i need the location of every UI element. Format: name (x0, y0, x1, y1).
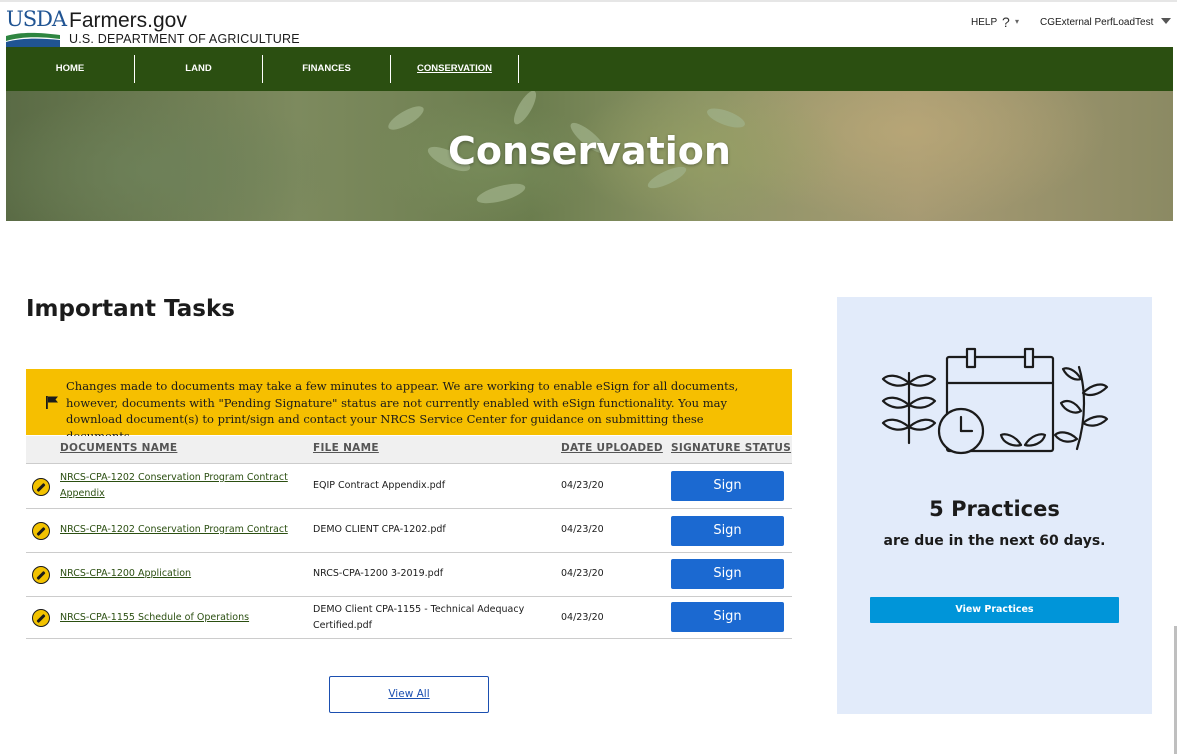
main-nav: HOME LAND FINANCES CONSERVATION (6, 47, 1173, 91)
col-file-name[interactable]: FILE NAME (313, 442, 379, 454)
usda-logo-text: USDA (6, 7, 67, 31)
table-row: NRCS-CPA-1202 Conservation Program Contr… (26, 510, 792, 553)
pending-signature-icon (32, 566, 50, 584)
usda-logo-hills-icon (6, 32, 60, 48)
hero-title: Conservation (448, 129, 731, 173)
notice-banner: Changes made to documents may take a few… (26, 369, 792, 443)
file-name: DEMO CLIENT CPA-1202.pdf (313, 524, 446, 535)
user-menu[interactable]: CGExternal PerfLoadTest (1040, 17, 1153, 28)
table-row: NRCS-CPA-1202 Conservation Program Contr… (26, 465, 792, 509)
help-caret-icon[interactable]: ▾ (1015, 17, 1019, 26)
pending-signature-icon (32, 522, 50, 540)
notice-text: Changes made to documents may take a few… (66, 379, 739, 443)
help-icon[interactable]: ? (1002, 14, 1010, 30)
file-name: EQIP Contract Appendix.pdf (313, 480, 446, 491)
site-header: USDA Farmers.gov U.S. DEPARTMENT OF AGRI… (0, 0, 1177, 48)
help-link[interactable]: HELP (971, 17, 997, 28)
flag-icon (46, 396, 58, 409)
pending-signature-icon (32, 609, 50, 627)
user-menu-caret-icon[interactable] (1161, 18, 1171, 24)
file-name: DEMO Client CPA-1155 - Technical Adequac… (313, 604, 525, 631)
nav-finances[interactable]: FINANCES (263, 47, 390, 91)
date-uploaded: 04/23/20 (561, 568, 604, 579)
sign-button[interactable]: Sign (671, 559, 784, 589)
important-tasks-heading: Important Tasks (26, 296, 235, 322)
nav-divider (518, 55, 519, 83)
document-link[interactable]: NRCS-CPA-1202 Conservation Program Contr… (60, 522, 295, 538)
site-name[interactable]: Farmers.gov (69, 10, 187, 32)
sign-button[interactable]: Sign (671, 516, 784, 546)
practices-count: 5 Practices (929, 497, 1060, 521)
table-row: NRCS-CPA-1155 Schedule of Operations DEM… (26, 598, 792, 639)
nav-conservation[interactable]: CONSERVATION (391, 47, 518, 91)
date-uploaded: 04/23/20 (561, 524, 604, 535)
usda-logo[interactable]: USDA (6, 7, 67, 48)
sign-button[interactable]: Sign (671, 602, 784, 632)
date-uploaded: 04/23/20 (561, 480, 604, 491)
nav-land[interactable]: LAND (135, 47, 262, 91)
view-all-button[interactable]: View All (329, 676, 489, 713)
practices-due-text: are due in the next 60 days. (883, 533, 1106, 549)
calendar-plants-icon (881, 347, 1109, 455)
site-subtitle: U.S. DEPARTMENT OF AGRICULTURE (69, 32, 300, 46)
col-date-uploaded[interactable]: DATE UPLOADED (561, 442, 663, 454)
document-link[interactable]: NRCS-CPA-1155 Schedule of Operations (60, 610, 295, 626)
file-name: NRCS-CPA-1200 3-2019.pdf (313, 568, 444, 579)
hero-leaf-decoration (704, 104, 748, 132)
hero-leaf-decoration (474, 179, 528, 208)
date-uploaded: 04/23/20 (561, 612, 604, 623)
table-header: DOCUMENTS NAME FILE NAME DATE UPLOADED S… (26, 436, 792, 464)
col-documents-name[interactable]: DOCUMENTS NAME (60, 442, 177, 454)
hero-leaf-decoration (509, 91, 541, 128)
nav-home[interactable]: HOME (6, 47, 134, 91)
hero-banner: Conservation (6, 91, 1173, 221)
col-signature-status[interactable]: SIGNATURE STATUS (671, 442, 791, 454)
sign-button[interactable]: Sign (671, 471, 784, 501)
pending-signature-icon (32, 478, 50, 496)
practices-card: 5 Practices are due in the next 60 days.… (837, 297, 1152, 714)
document-link[interactable]: NRCS-CPA-1202 Conservation Program Contr… (60, 470, 295, 502)
view-practices-button[interactable]: View Practices (870, 597, 1119, 623)
document-link[interactable]: NRCS-CPA-1200 Application (60, 566, 295, 582)
table-row: NRCS-CPA-1200 Application NRCS-CPA-1200 … (26, 554, 792, 597)
